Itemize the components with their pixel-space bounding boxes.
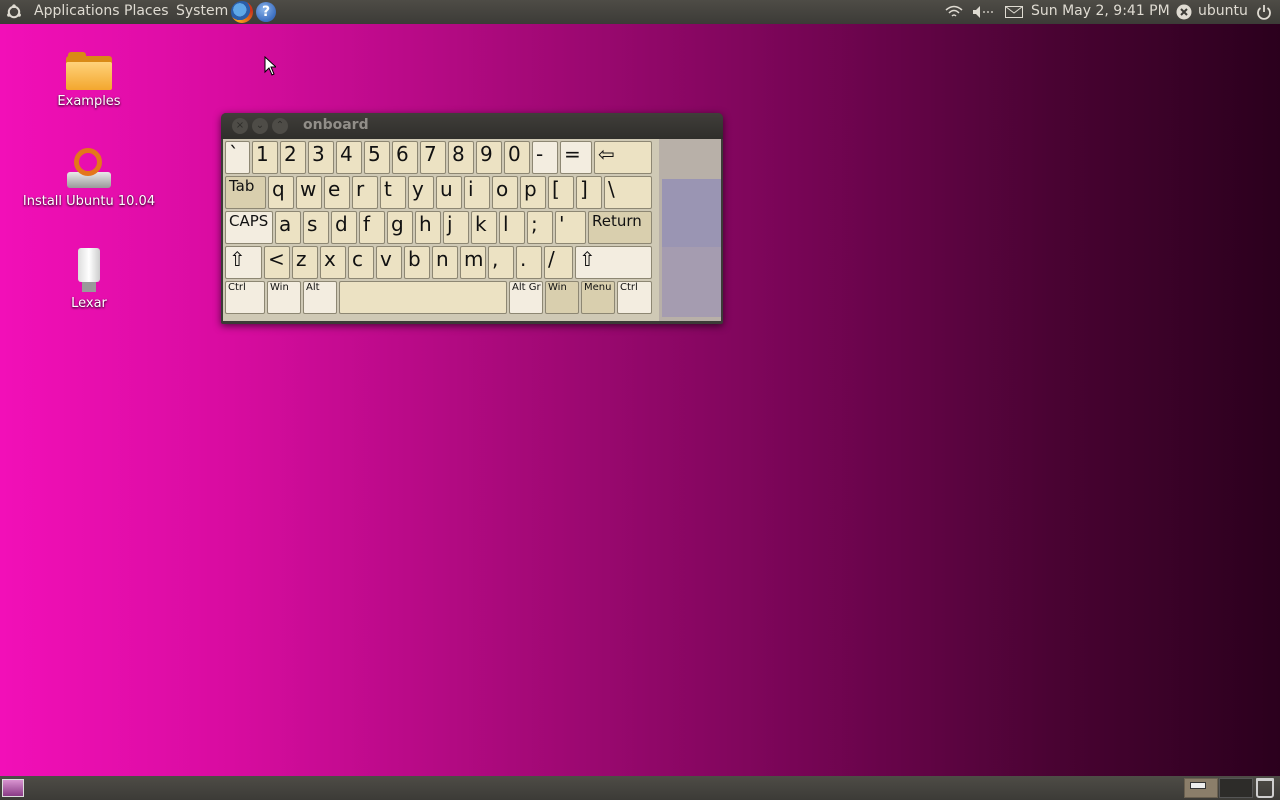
key[interactable]: q bbox=[268, 176, 294, 209]
key[interactable]: . bbox=[516, 246, 542, 279]
key[interactable]: / bbox=[544, 246, 573, 279]
key[interactable]: = bbox=[560, 141, 592, 174]
applications-menu[interactable]: Applications bbox=[34, 0, 120, 24]
key[interactable]: g bbox=[387, 211, 413, 244]
key[interactable]: 1 bbox=[252, 141, 278, 174]
menu-key[interactable]: Menu bbox=[581, 281, 615, 314]
power-icon[interactable] bbox=[1256, 4, 1272, 20]
key[interactable]: 4 bbox=[336, 141, 362, 174]
tab-key[interactable]: Tab bbox=[225, 176, 266, 209]
key[interactable]: - bbox=[532, 141, 558, 174]
key[interactable]: u bbox=[436, 176, 462, 209]
close-icon[interactable]: × bbox=[232, 118, 248, 134]
key[interactable]: c bbox=[348, 246, 374, 279]
maximize-icon[interactable]: ⌃ bbox=[272, 118, 288, 134]
trash-icon[interactable] bbox=[1256, 778, 1274, 798]
desktop-icon-examples[interactable]: Examples bbox=[14, 52, 164, 109]
key[interactable]: ] bbox=[576, 176, 602, 209]
key[interactable]: 6 bbox=[392, 141, 418, 174]
key[interactable]: , bbox=[488, 246, 514, 279]
key[interactable]: z bbox=[292, 246, 318, 279]
keyboard-side-pane[interactable] bbox=[659, 139, 721, 321]
key[interactable]: n bbox=[432, 246, 458, 279]
key[interactable]: h bbox=[415, 211, 441, 244]
key[interactable]: \ bbox=[604, 176, 652, 209]
clock[interactable]: Sun May 2, 9:41 PM bbox=[1031, 0, 1170, 24]
places-menu[interactable]: Places bbox=[124, 0, 169, 24]
key[interactable]: 8 bbox=[448, 141, 474, 174]
usb-drive-icon bbox=[78, 248, 100, 292]
mouse-cursor-icon bbox=[264, 56, 276, 76]
key[interactable]: p bbox=[520, 176, 546, 209]
key[interactable]: m bbox=[460, 246, 486, 279]
minimize-icon[interactable]: ⌄ bbox=[252, 118, 268, 134]
desktop-icon-label: Lexar bbox=[71, 296, 107, 311]
key[interactable]: 7 bbox=[420, 141, 446, 174]
volume-icon[interactable] bbox=[972, 5, 994, 19]
left-shift-key[interactable]: ⇧ bbox=[225, 246, 262, 279]
key[interactable]: k bbox=[471, 211, 497, 244]
key[interactable]: d bbox=[331, 211, 357, 244]
help-icon[interactable]: ? bbox=[256, 2, 276, 22]
key[interactable]: 3 bbox=[308, 141, 334, 174]
key[interactable]: ' bbox=[555, 211, 586, 244]
network-wireless-icon[interactable] bbox=[944, 5, 964, 19]
show-desktop-icon[interactable] bbox=[2, 779, 24, 797]
key[interactable]: e bbox=[324, 176, 350, 209]
key[interactable]: ` bbox=[225, 141, 250, 174]
key[interactable]: b bbox=[404, 246, 430, 279]
desktop-icon-label: Install Ubuntu 10.04 bbox=[22, 194, 156, 209]
bottom-panel bbox=[0, 776, 1280, 800]
left-ctrl-key[interactable]: Ctrl bbox=[225, 281, 265, 314]
key[interactable]: i bbox=[464, 176, 490, 209]
mail-icon[interactable] bbox=[1005, 6, 1023, 18]
system-menu[interactable]: System bbox=[176, 0, 228, 24]
space-key[interactable] bbox=[339, 281, 507, 314]
firefox-icon[interactable] bbox=[231, 1, 253, 23]
desktop-icon-install-ubuntu[interactable]: Install Ubuntu 10.04 bbox=[14, 148, 164, 209]
window-title: onboard bbox=[303, 117, 369, 133]
alt-key[interactable]: Alt bbox=[303, 281, 337, 314]
key[interactable]: x bbox=[320, 246, 346, 279]
key[interactable]: 5 bbox=[364, 141, 390, 174]
top-panel: Applications Places System ? Sun May 2, … bbox=[0, 0, 1280, 24]
folder-icon bbox=[66, 52, 112, 90]
key[interactable]: 9 bbox=[476, 141, 502, 174]
key[interactable]: v bbox=[376, 246, 402, 279]
installer-icon bbox=[66, 148, 112, 190]
backspace-key[interactable]: ⇦ bbox=[594, 141, 652, 174]
key[interactable]: w bbox=[296, 176, 322, 209]
alt-gr-key[interactable]: Alt Gr bbox=[509, 281, 543, 314]
key[interactable]: f bbox=[359, 211, 385, 244]
workspace-2[interactable] bbox=[1219, 778, 1253, 798]
desktop-icon-label: Examples bbox=[57, 94, 121, 109]
right-win-key[interactable]: Win bbox=[545, 281, 579, 314]
onboard-window: × ⌄ ⌃ onboard ` 1 2 3 4 5 6 7 8 9 0 - = … bbox=[221, 113, 723, 324]
key[interactable]: a bbox=[275, 211, 301, 244]
workspace-1[interactable] bbox=[1184, 778, 1218, 798]
desktop-icon-lexar[interactable]: Lexar bbox=[14, 248, 164, 311]
return-key[interactable]: Return bbox=[588, 211, 652, 244]
key[interactable]: l bbox=[499, 211, 525, 244]
user-name[interactable]: ubuntu bbox=[1198, 0, 1248, 24]
window-titlebar[interactable]: × ⌄ ⌃ onboard bbox=[221, 113, 723, 139]
left-win-key[interactable]: Win bbox=[267, 281, 301, 314]
user-status-icon[interactable] bbox=[1176, 4, 1192, 20]
key[interactable]: < bbox=[264, 246, 290, 279]
ubuntu-logo-icon[interactable] bbox=[6, 4, 22, 20]
key[interactable]: r bbox=[352, 176, 378, 209]
key[interactable]: s bbox=[303, 211, 329, 244]
key[interactable]: 2 bbox=[280, 141, 306, 174]
key[interactable]: ; bbox=[527, 211, 553, 244]
key[interactable]: 0 bbox=[504, 141, 530, 174]
key[interactable]: y bbox=[408, 176, 434, 209]
key[interactable]: o bbox=[492, 176, 518, 209]
right-ctrl-key[interactable]: Ctrl bbox=[617, 281, 652, 314]
caps-lock-key[interactable]: CAPS bbox=[225, 211, 273, 244]
key[interactable]: t bbox=[380, 176, 406, 209]
right-shift-key[interactable]: ⇧ bbox=[575, 246, 652, 279]
key[interactable]: [ bbox=[548, 176, 574, 209]
key[interactable]: j bbox=[443, 211, 469, 244]
